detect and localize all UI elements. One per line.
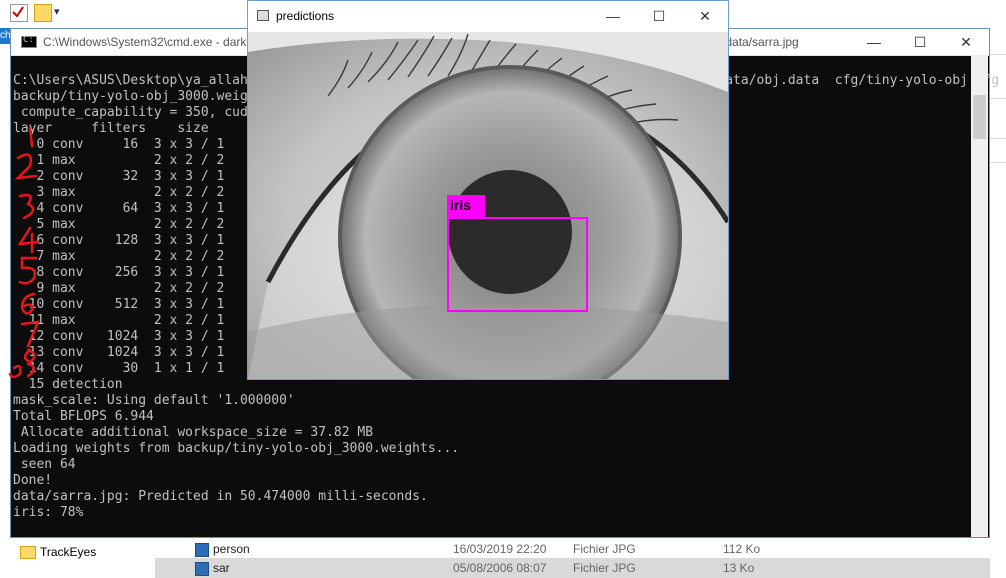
nav-item-trackeyes[interactable]: TrackEyes (40, 545, 96, 559)
list-item[interactable]: sar 05/08/2006 08:07 Fichier JPG 13 Ko (155, 558, 990, 578)
file-date: 16/03/2019 22:20 (453, 542, 547, 556)
cmd-close-button[interactable]: ✕ (943, 29, 989, 55)
file-name: sar (213, 561, 230, 575)
handwritten-annotations (8, 126, 40, 379)
folder-icon (20, 546, 36, 559)
cmd-app-icon: C: (21, 35, 37, 48)
eye-detection-image: iris (248, 32, 728, 379)
detection-label: iris (447, 195, 485, 217)
file-size: 13 Ko (723, 561, 755, 575)
file-size: 112 Ko (723, 542, 761, 556)
console-line: mask_scale: Using default '1.000000' (13, 393, 295, 408)
predictions-maximize-button[interactable]: ☐ (636, 3, 682, 29)
file-type: Fichier JPG (573, 542, 636, 556)
jpg-file-icon (195, 562, 209, 576)
eye-photo (248, 32, 728, 379)
console-line: Loading weights from backup/tiny-yolo-ob… (13, 441, 460, 456)
file-type: Fichier JPG (573, 561, 636, 575)
predictions-close-button[interactable]: ✕ (682, 3, 728, 29)
cmd-scrollbar[interactable] (971, 55, 988, 537)
file-name: person (213, 542, 250, 556)
jpg-file-icon (195, 543, 209, 557)
cmd-maximize-button[interactable]: ☐ (897, 29, 943, 55)
console-line: Done! (13, 473, 53, 488)
properties-icon[interactable] (10, 4, 28, 22)
qat-dropdown-icon[interactable]: ▾ (54, 4, 70, 20)
predictions-window: predictions — ☐ ✕ iris (247, 0, 729, 380)
detection-bounding-box (447, 217, 588, 312)
predictions-minimize-button[interactable]: — (590, 3, 636, 29)
new-folder-icon[interactable] (34, 4, 52, 22)
window-app-icon (257, 10, 269, 21)
console-line: seen 64 (13, 457, 76, 472)
predictions-titlebar[interactable]: predictions — ☐ ✕ (248, 1, 728, 31)
scrollbar-thumb[interactable] (973, 95, 986, 139)
nav-pane: TrackEyes (0, 538, 155, 569)
console-line: Total BFLOPS 6.944 (13, 409, 154, 424)
console-line: data/sarra.jpg: Predicted in 50.474000 m… (13, 489, 428, 504)
file-list: person 16/03/2019 22:20 Fichier JPG 112 … (155, 538, 990, 578)
list-item[interactable]: person 16/03/2019 22:20 Fichier JPG 112 … (155, 539, 990, 559)
predictions-window-title: predictions (276, 9, 335, 23)
quick-access-toolbar: ▾ (0, 0, 260, 26)
cmd-minimize-button[interactable]: — (851, 29, 897, 55)
file-date: 05/08/2006 08:07 (453, 561, 547, 575)
console-line: iris: 78% (13, 505, 84, 520)
console-line: Allocate additional workspace_size = 37.… (13, 425, 374, 440)
